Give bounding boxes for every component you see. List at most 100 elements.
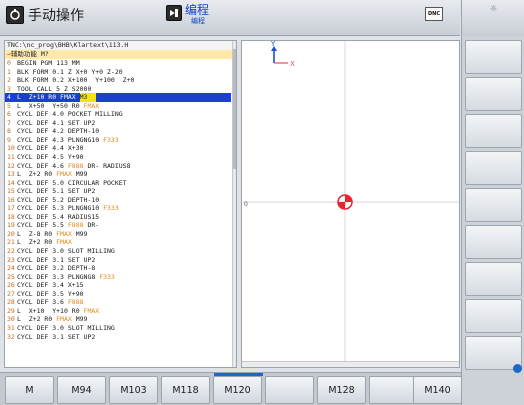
line-number: 10 xyxy=(7,144,15,153)
program-line[interactable]: 4 L Z+10 R0 FMAX M3 xyxy=(5,93,231,102)
softkey-m118[interactable]: M118 xyxy=(161,376,210,404)
program-line[interactable]: 28 CYCL DEF 3.6 F888 xyxy=(5,298,231,307)
line-keyword: F333 xyxy=(103,204,119,213)
vertical-softkey-5[interactable] xyxy=(465,188,522,222)
line-number: 12 xyxy=(7,161,15,170)
sun-icon: ☼ xyxy=(490,4,498,13)
program-line[interactable]: 11 CYCL DEF 4.5 Y+90 xyxy=(5,153,231,162)
program-line[interactable]: 19 CYCL DEF 5.5 F888 DR- xyxy=(5,221,231,230)
vertical-softkey-3[interactable] xyxy=(465,114,522,148)
graphics-scrollbar[interactable] xyxy=(242,361,459,367)
program-line[interactable]: 20 L Z-8 R0 FMAX M99 xyxy=(5,230,231,239)
program-line[interactable]: 32 CYCL DEF 3.1 SET UP2 xyxy=(5,333,231,342)
vertical-softkey-2[interactable] xyxy=(465,77,522,111)
line-number: 11 xyxy=(7,153,15,162)
program-line[interactable]: 22 CYCL DEF 3.0 SLOT MILLING xyxy=(5,247,231,256)
program-line[interactable]: 25 CYCL DEF 3.3 PLNGNG8 F333 xyxy=(5,273,231,282)
line-text: CYCL DEF 4.0 POCKET MILLING xyxy=(17,110,123,119)
program-editor[interactable]: TNC:\nc_prog\BHB\Klartext\113.H →辅助功能 M?… xyxy=(4,40,237,368)
line-text: BLK FORM 0.2 X+100 Y+100 Z+0 xyxy=(17,76,135,85)
program-line[interactable]: 16 CYCL DEF 5.2 DEPTH-10 xyxy=(5,196,231,205)
line-keyword: FMAX xyxy=(56,238,72,247)
line-keyword: F888 xyxy=(67,298,84,307)
operating-mode-icon xyxy=(6,6,24,24)
line-number: 15 xyxy=(7,187,15,196)
program-line[interactable]: 29 L X+10 Y+10 R0 FMAX xyxy=(5,307,231,316)
program-line[interactable]: 26 CYCL DEF 3.4 X+15 xyxy=(5,281,231,290)
line-number: 2 xyxy=(7,76,11,85)
line-text: CYCL DEF 3.6 xyxy=(17,298,68,307)
line-text: CYCL DEF 4.3 PLNGNG10 xyxy=(17,135,104,144)
programming-mode[interactable]: 编程 编程 xyxy=(166,4,209,26)
y-axis-label: Y xyxy=(270,41,276,48)
operating-mode[interactable]: 手动操作 xyxy=(6,4,84,26)
prog-subtitle: 编程 xyxy=(191,17,205,25)
edit-cursor[interactable]: M3 xyxy=(79,93,96,102)
line-keyword: FMAX xyxy=(56,170,72,179)
line-number: 30 xyxy=(7,315,15,324)
line-keyword: FMAX xyxy=(56,229,72,238)
line-text: L Z+2 R0 xyxy=(17,170,57,179)
vertical-softkey-bar: ☼ xyxy=(461,0,524,405)
program-line[interactable]: 30 L Z+2 R0 FMAX M99 xyxy=(5,315,231,324)
line-number: 7 xyxy=(7,118,11,127)
program-line[interactable]: 21 L Z+2 R0 FMAX xyxy=(5,238,231,247)
line-keyword: F888 xyxy=(67,221,84,230)
program-line[interactable]: 3 TOOL CALL 5 Z S2000 xyxy=(5,85,231,94)
vertical-softkey-6[interactable] xyxy=(465,225,522,259)
program-line[interactable]: 1 BLK FORM 0.1 Z X+0 Y+0 Z-20 xyxy=(5,68,231,77)
program-line[interactable]: 15 CYCL DEF 5.1 SET UP2 xyxy=(5,187,231,196)
softkey-m128[interactable]: M128 xyxy=(317,376,366,404)
program-line[interactable]: 7 CYCL DEF 4.1 SET UP2 xyxy=(5,119,231,128)
vertical-softkey-4[interactable] xyxy=(465,151,522,185)
line-number: 31 xyxy=(7,323,15,332)
softkey-m140[interactable]: M140 xyxy=(413,376,462,404)
softkey-m94[interactable]: M94 xyxy=(57,376,106,404)
scrollbar-thumb[interactable] xyxy=(233,49,236,169)
program-line[interactable]: 14 CYCL DEF 5.0 CIRCULAR POCKET xyxy=(5,179,231,188)
program-line[interactable]: 10 CYCL DEF 4.4 X+30 xyxy=(5,144,231,153)
program-line[interactable]: 31 CYCL DEF 3.0 SLOT MILLING xyxy=(5,324,231,333)
dnc-badge: DNC xyxy=(425,7,443,21)
softkey-m103[interactable]: M103 xyxy=(109,376,158,404)
program-line[interactable]: 12 CYCL DEF 4.6 F888 DR- RADIUS8 xyxy=(5,162,231,171)
program-line[interactable]: 2 BLK FORM 0.2 X+100 Y+100 Z+0 xyxy=(5,76,231,85)
graphics-view[interactable]: Y X 0 xyxy=(241,40,460,368)
program-line[interactable]: 27 CYCL DEF 3.5 Y+90 xyxy=(5,290,231,299)
line-text: CYCL DEF 5.5 xyxy=(17,221,68,230)
origin-marker-label: 0 xyxy=(244,201,248,208)
line-number: 32 xyxy=(7,332,15,341)
line-text: CYCL DEF 3.3 PLNGNG8 xyxy=(17,272,100,281)
program-line[interactable]: 0 BEGIN PGM 113 MM xyxy=(5,59,231,68)
softkey-empty-7[interactable] xyxy=(369,376,418,404)
program-line[interactable]: 17 CYCL DEF 5.3 PLNGNG10 F333 xyxy=(5,204,231,213)
line-keyword: FMAX xyxy=(56,315,72,324)
vertical-softkey-1[interactable] xyxy=(465,40,522,74)
program-path: TNC:\nc_prog\BHB\Klartext\113.H xyxy=(5,41,236,50)
line-number: 5 xyxy=(7,101,11,110)
program-line[interactable]: 13 L Z+2 R0 FMAX M99 xyxy=(5,170,231,179)
program-line[interactable]: 23 CYCL DEF 3.1 SET UP2 xyxy=(5,256,231,265)
line-text: L Z-8 R0 xyxy=(17,229,57,238)
program-line[interactable]: 8 CYCL DEF 4.2 DEPTH-10 xyxy=(5,127,231,136)
line-text: CYCL DEF 4.2 DEPTH-10 xyxy=(17,127,100,136)
softkey-m120[interactable]: M120 xyxy=(213,376,262,404)
softkey-empty-5[interactable] xyxy=(265,376,314,404)
vertical-softkey-7[interactable] xyxy=(465,262,522,296)
program-line[interactable]: 18 CYCL DEF 5.4 RADIUS15 xyxy=(5,213,231,222)
line-text: CYCL DEF 3.4 X+15 xyxy=(17,281,84,290)
line-number: 3 xyxy=(7,84,11,93)
program-scrollbar[interactable] xyxy=(232,41,236,367)
vertical-softkey-8[interactable] xyxy=(465,299,522,333)
program-line[interactable]: 5 L X+50 Y+50 R0 FMAX xyxy=(5,102,231,111)
softkey-m[interactable]: M xyxy=(5,376,54,404)
program-lines[interactable]: 0 BEGIN PGM 113 MM 1 BLK FORM 0.1 Z X+0 Y+0… xyxy=(5,59,231,341)
line-text: CYCL DEF 5.1 SET UP2 xyxy=(17,187,96,196)
program-line[interactable]: 9 CYCL DEF 4.3 PLNGNG10 F333 xyxy=(5,136,231,145)
line-text-tail: M99 xyxy=(71,229,88,238)
line-text: TOOL CALL 5 Z S2000 xyxy=(17,84,92,93)
program-line[interactable]: 6 CYCL DEF 4.0 POCKET MILLING xyxy=(5,110,231,119)
program-line[interactable]: 24 CYCL DEF 3.2 DEPTH-8 xyxy=(5,264,231,273)
line-text: CYCL DEF 4.1 SET UP2 xyxy=(17,118,96,127)
line-number: 16 xyxy=(7,195,15,204)
